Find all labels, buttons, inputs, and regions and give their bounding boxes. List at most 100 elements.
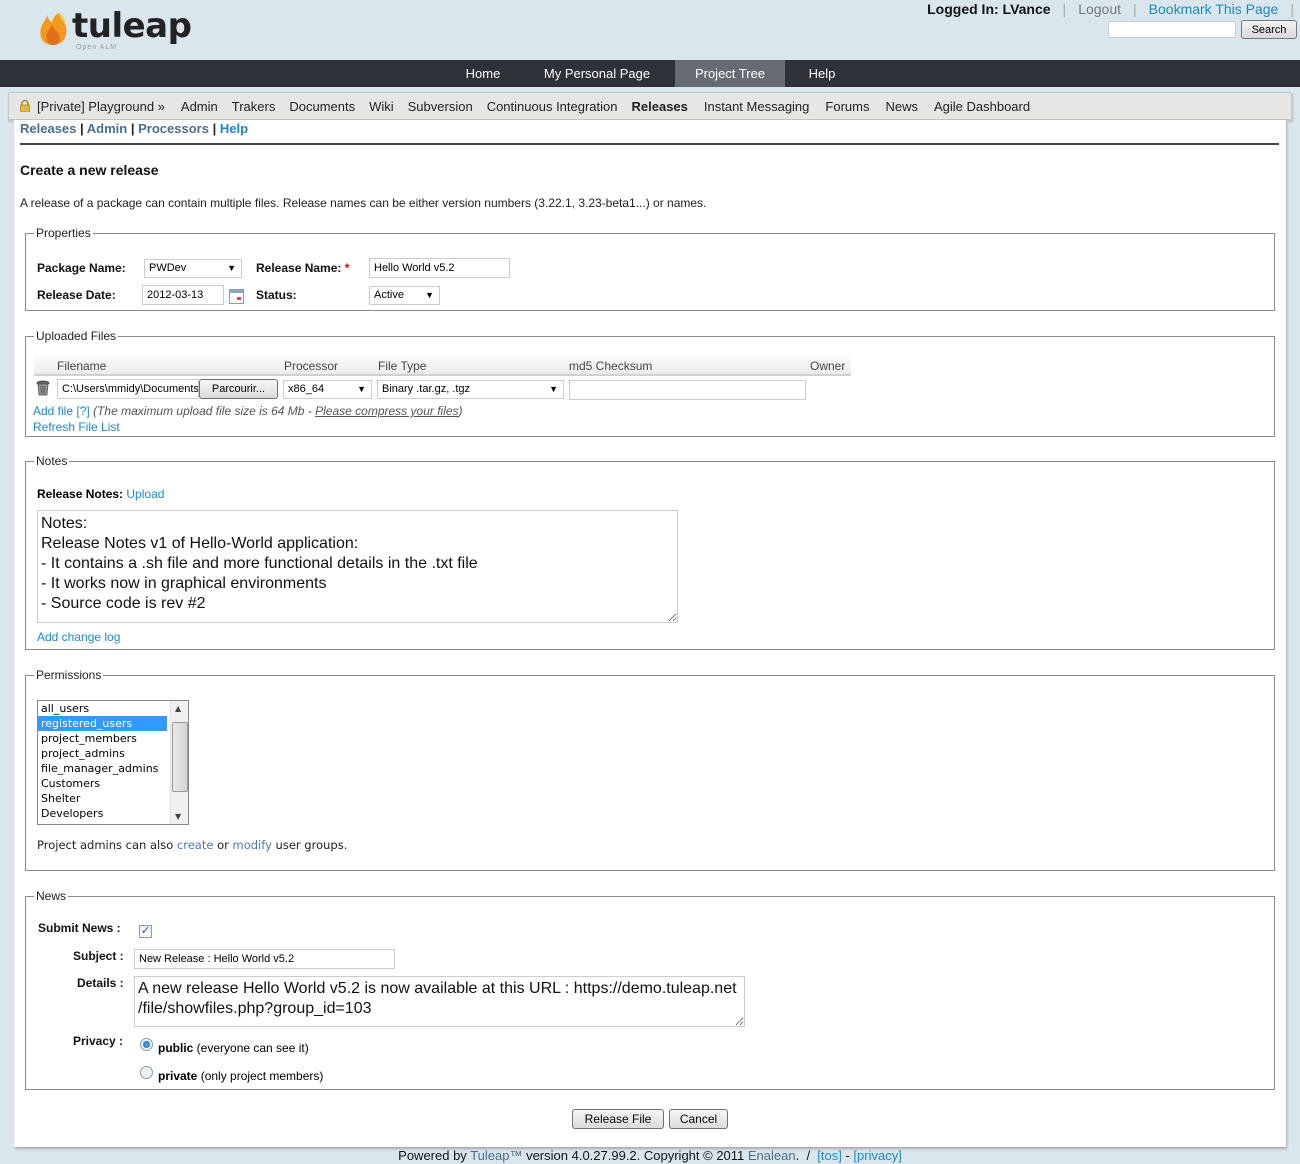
dropdown-arrow-icon: ▼ — [425, 290, 434, 300]
add-file-row: Add file [?] (The maximum upload file si… — [33, 404, 463, 418]
scroll-thumb[interactable] — [172, 722, 188, 792]
bookmark-link[interactable]: Bookmark This Page — [1149, 1, 1279, 17]
group-option[interactable]: Developers — [38, 806, 167, 821]
tos-link[interactable]: [tos] — [817, 1148, 842, 1163]
subject-input[interactable]: New Release : Hello World v5.2 — [134, 949, 395, 969]
group-option-selected[interactable]: registered_users — [38, 716, 167, 731]
details-textarea[interactable]: A new release Hello World v5.2 is now av… — [134, 976, 745, 1027]
group-option[interactable]: file_manager_admins — [38, 761, 167, 776]
project-link[interactable]: [Private] Playground » — [19, 99, 165, 114]
news-fieldset: News Submit News : ✓ Subject : New Relea… — [25, 889, 1275, 1090]
logout-link[interactable]: Logout — [1078, 1, 1121, 17]
refresh-file-list-link[interactable]: Refresh File List — [33, 420, 120, 434]
file-type-value: Binary .tar.gz, .tgz — [382, 383, 471, 395]
permissions-legend: Permissions — [36, 668, 102, 682]
subject-label: Subject : — [73, 949, 124, 963]
uploaded-files-legend: Uploaded Files — [36, 329, 117, 343]
project-nav-trakers[interactable]: Trakers — [232, 99, 276, 114]
privacy-private-radio[interactable] — [140, 1066, 153, 1079]
dropdown-arrow-icon: ▼ — [549, 384, 558, 394]
md5-checksum-input[interactable] — [569, 380, 806, 400]
subnav-admin[interactable]: Admin — [87, 121, 127, 136]
user-bar: Logged In: LVance | Logout | Bookmark Th… — [927, 1, 1294, 17]
project-nav: [Private] Playground » Admin Trakers Doc… — [8, 92, 1292, 121]
files-table-header: Filename Processor File Type md5 Checksu… — [34, 357, 851, 376]
project-nav-wiki[interactable]: Wiki — [369, 99, 394, 114]
status-label: Status: — [256, 288, 297, 302]
release-notes-textarea[interactable]: Notes: Release Notes v1 of Hello-World a… — [37, 510, 678, 623]
project-nav-admin[interactable]: Admin — [181, 99, 218, 114]
upload-notes-link[interactable]: Upload — [126, 487, 164, 501]
column-processor: Processor — [284, 359, 339, 373]
tuleap-logo[interactable]: tuleap Open ALM — [38, 6, 192, 54]
group-option[interactable]: Customers — [38, 776, 167, 791]
file-type-select[interactable]: Binary .tar.gz, .tgz ▼ — [377, 380, 564, 399]
brand-name: tuleap — [72, 6, 192, 46]
nav-my-personal-page[interactable]: My Personal Page — [530, 60, 664, 87]
project-nav-releases[interactable]: Releases — [632, 99, 688, 114]
footer: Powered by Tuleap™ version 4.0.27.99.2. … — [398, 1148, 902, 1163]
modify-group-link[interactable]: modify — [233, 838, 272, 852]
release-date-input[interactable]: 2012-03-13 — [142, 285, 224, 305]
add-file-help-link[interactable]: [?] — [76, 404, 89, 418]
project-nav-continuous-integration[interactable]: Continuous Integration — [487, 99, 618, 114]
nav-home[interactable]: Home — [452, 60, 514, 87]
main-nav: Home My Personal Page Project Tree Help — [0, 60, 1300, 87]
add-change-log-link[interactable]: Add change log — [37, 630, 120, 644]
permissions-fieldset: Permissions all_users registered_users p… — [25, 668, 1275, 871]
project-nav-subversion[interactable]: Subversion — [408, 99, 473, 114]
page-intro: A release of a package can contain multi… — [20, 196, 707, 210]
subnav-releases[interactable]: Releases — [20, 121, 76, 136]
release-name-input[interactable]: Hello World v5.2 — [369, 258, 510, 278]
cancel-button[interactable]: Cancel — [669, 1109, 728, 1129]
compress-files-link[interactable]: Please compress your files — [315, 404, 458, 418]
release-file-button[interactable]: Release File — [572, 1109, 664, 1129]
filename-input[interactable]: C:\Users\mmidy\Documents — [57, 379, 199, 399]
project-nav-instant-messaging[interactable]: Instant Messaging — [704, 99, 810, 114]
submit-news-label: Submit News : — [38, 921, 121, 935]
processor-select[interactable]: x86_64 ▼ — [283, 380, 372, 399]
trash-icon[interactable] — [36, 380, 50, 396]
subnav-processors[interactable]: Processors — [138, 121, 209, 136]
project-nav-documents[interactable]: Documents — [289, 99, 355, 114]
tuleap-link[interactable]: Tuleap™ — [470, 1148, 522, 1163]
dropdown-arrow-icon: ▼ — [357, 384, 366, 394]
submit-news-checkbox[interactable]: ✓ — [139, 925, 152, 938]
listbox-scrollbar[interactable]: ▲ ▼ — [170, 701, 188, 824]
browse-button[interactable]: Parcourir... — [199, 379, 278, 399]
column-owner: Owner — [810, 359, 846, 373]
scroll-up-icon[interactable]: ▲ — [175, 704, 181, 713]
processor-value: x86_64 — [288, 383, 325, 395]
flame-icon — [40, 13, 67, 45]
group-option[interactable]: project_admins — [38, 746, 167, 761]
calendar-icon[interactable] — [229, 289, 244, 304]
scroll-down-icon[interactable]: ▼ — [175, 812, 181, 821]
permissions-listbox[interactable]: all_users registered_users project_membe… — [37, 700, 189, 825]
enalean-link[interactable]: Enalean — [748, 1148, 796, 1163]
privacy-private-label: private (only project members) — [158, 1069, 324, 1083]
search-input[interactable] — [1108, 21, 1236, 38]
project-nav-forums[interactable]: Forums — [825, 99, 869, 114]
separator: | — [212, 121, 217, 136]
privacy-public-radio[interactable] — [140, 1038, 153, 1051]
dropdown-arrow-icon: ▼ — [227, 263, 236, 273]
group-option[interactable]: Shelter — [38, 791, 167, 806]
permissions-note: Project admins can also create or modify… — [37, 838, 348, 852]
group-option[interactable]: all_users — [38, 701, 167, 716]
separator: | — [1290, 1, 1294, 17]
project-nav-news[interactable]: News — [885, 99, 918, 114]
news-legend: News — [36, 889, 67, 903]
search-button[interactable]: Search — [1241, 20, 1297, 39]
nav-help[interactable]: Help — [795, 60, 849, 87]
properties-legend: Properties — [36, 226, 91, 240]
privacy-link[interactable]: [privacy] — [853, 1148, 901, 1163]
project-nav-agile-dashboard[interactable]: Agile Dashboard — [934, 99, 1030, 114]
nav-project-tree[interactable]: Project Tree — [675, 60, 785, 87]
add-file-link[interactable]: Add file — [33, 404, 73, 418]
subnav-help[interactable]: Help — [220, 121, 248, 136]
package-name-select[interactable]: PWDev ▼ — [144, 259, 242, 278]
create-group-link[interactable]: create — [177, 838, 214, 852]
group-option[interactable]: project_members — [38, 731, 167, 746]
status-select[interactable]: Active ▼ — [369, 286, 440, 305]
notes-fieldset: Notes Release Notes: Upload Notes: Relea… — [25, 454, 1275, 650]
